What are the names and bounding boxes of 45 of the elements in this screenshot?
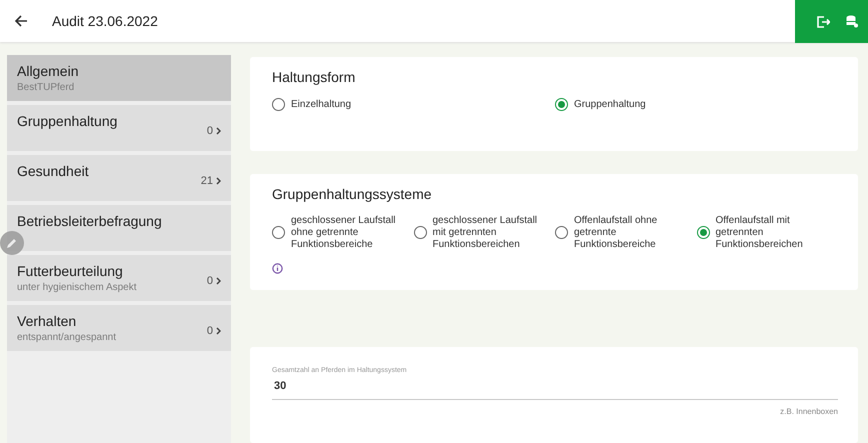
radio-label: Gruppenhaltung — [574, 98, 646, 110]
radio-button[interactable] — [555, 226, 568, 240]
sidebar-item-subtitle: unter hygienischem Aspekt — [17, 282, 138, 293]
radio-label: Offenlaufstall ohne getrennte Funktionsbereiche — [574, 214, 658, 251]
radio-button[interactable] — [555, 98, 568, 111]
sidebar-item-title: Verhalten — [17, 313, 78, 329]
sidebar-item-title: Betriebsleiterbefragung — [17, 213, 163, 229]
chevron-icon — [216, 177, 221, 185]
radio-button[interactable] — [272, 98, 285, 111]
radio-button[interactable] — [696, 226, 710, 240]
sidebar-item[interactable]: Gruppenhaltung 0 — [7, 105, 231, 151]
item-count: 0 — [206, 125, 213, 137]
sidebar-item-title: Allgemein — [17, 63, 80, 79]
sidebar-item-subtitle: BestTUPferd — [17, 82, 76, 93]
sidebar-item-title: Gruppenhaltung — [17, 113, 118, 129]
exit-icon[interactable] — [817, 16, 830, 28]
input-field[interactable]: 30 — [272, 380, 838, 400]
info-icon[interactable] — [272, 262, 283, 274]
radio-button[interactable] — [414, 226, 426, 240]
sidebar-item[interactable]: Futterbeurteilung unter hygienischem Aspekt 0 — [7, 255, 231, 301]
item-count: 21 — [200, 175, 213, 187]
sidebar-item[interactable]: Verhalten entspannt/angespannt 0 — [7, 305, 231, 351]
field-hint: z.B. Innenboxen — [779, 407, 838, 416]
database-icon[interactable] — [846, 15, 858, 28]
sidebar-item-title: Futterbeurteilung — [17, 263, 124, 279]
sidebar-item-title: Gesundheit — [17, 163, 90, 179]
chevron-icon — [216, 277, 221, 285]
sidebar-item[interactable]: Allgemein BestTUPferd — [7, 55, 231, 101]
screen-title: Audit 23.06.2022 — [52, 13, 158, 29]
section-title: Gruppenhaltungssysteme — [272, 186, 433, 202]
pencil-icon — [6, 237, 18, 249]
radio-label: Einzelhaltung — [291, 98, 352, 110]
radio-button[interactable] — [272, 226, 285, 240]
back-arrow-icon[interactable] — [14, 14, 28, 28]
section-title: Haltungsform — [272, 69, 356, 85]
radio-label: Offenlaufstall mit getrennten Funktionsbereichen — [716, 214, 804, 251]
chevron-icon — [216, 127, 221, 135]
item-count: 0 — [206, 275, 213, 287]
chevron-icon — [216, 327, 221, 335]
radio-label: geschlossener Laufstall ohne getrennte Funktionsbereiche — [291, 214, 397, 251]
sidebar-item[interactable]: Gesundheit 21 — [7, 155, 231, 201]
radio-label: geschlossener Laufstall mit getrennten Funktionsbereichen — [432, 214, 538, 251]
item-count: 0 — [206, 325, 213, 337]
sidebar-item-subtitle: entspannt/angespannt — [17, 332, 117, 343]
sidebar-item[interactable]: Betriebsleiterbefragung — [7, 205, 231, 251]
